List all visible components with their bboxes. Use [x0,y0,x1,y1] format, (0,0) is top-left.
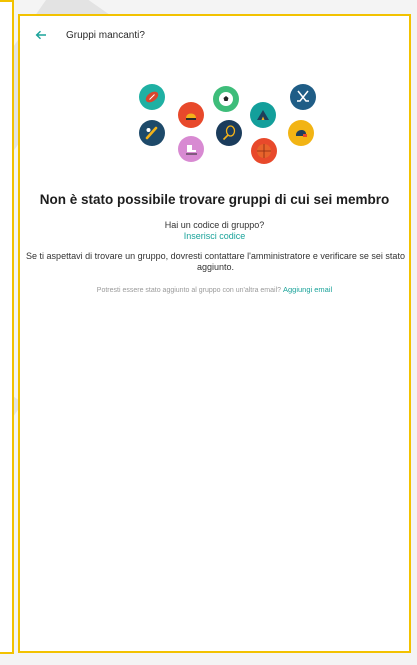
group-code-question: Hai un codice di gruppo? [164,220,265,230]
sports-icon-cluster [20,16,413,196]
side-panel-edge [0,0,14,654]
hockey-sticks-icon [290,84,316,110]
hockey-helmet-icon [178,102,204,128]
american-football-helmet-icon [288,120,314,146]
other-email-row: Potresti essere stato aggiunto al gruppo… [20,285,409,294]
baseball-icon [139,120,165,146]
ice-skate-icon [178,136,204,162]
app-window: Gruppi mancanti? Non è stato possibile t… [18,14,411,653]
camping-tent-icon [250,102,276,128]
basketball-icon [251,138,277,164]
soccer-ball-icon [213,86,239,112]
other-email-question: Potresti essere stato aggiunto al gruppo… [96,287,282,294]
empty-state-heading: Non è stato possibile trovare gruppi di … [39,192,390,207]
football-icon [139,84,165,110]
add-email-link[interactable]: Aggiungi email [283,285,332,294]
enter-code-link[interactable]: Inserisci codice [20,231,409,241]
contact-admin-info: Se ti aspettavi di trovare un gruppo, do… [26,251,405,272]
tennis-icon [216,120,242,146]
